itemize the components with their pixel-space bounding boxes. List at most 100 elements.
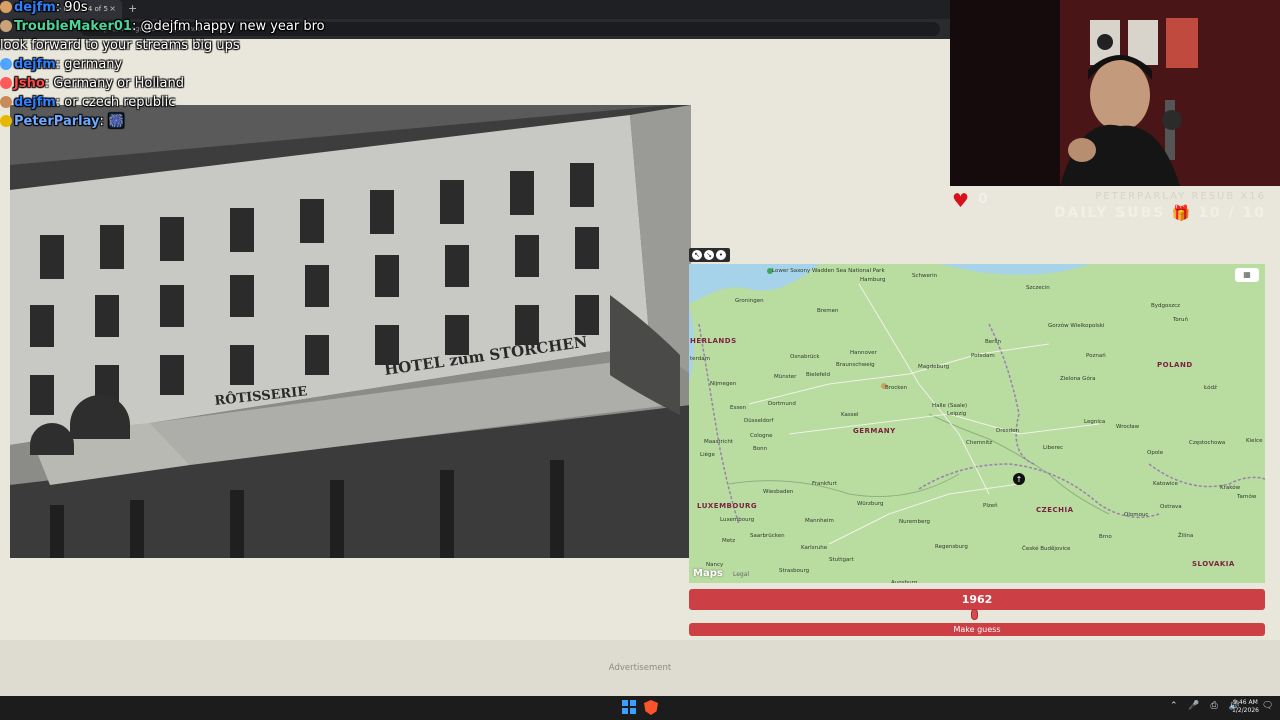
windows-taskbar: [0, 696, 1280, 720]
map-city-label: Dortmund: [768, 401, 796, 407]
guess-marker-symbol: ↑: [1016, 475, 1023, 484]
heart-count: 0: [978, 191, 988, 207]
map-city-label: Tarnów: [1237, 494, 1257, 500]
map-city-label: Łódź: [1204, 385, 1217, 391]
map-city-label: Braunschweig: [836, 362, 875, 368]
chat-avatar: [0, 20, 12, 32]
chat-text: look forward to your streams big ups: [0, 38, 240, 53]
chat-username[interactable]: dejfm: [14, 57, 56, 72]
resub-banner: PETERPARLAY RESUB X16: [1095, 191, 1266, 202]
year-slider-thumb[interactable]: [971, 609, 978, 620]
map-city-label: Kielce: [1246, 438, 1263, 444]
map-city-label: Nuremberg: [899, 519, 931, 525]
map-city-label: Poznań: [1086, 353, 1106, 359]
gift-icon: 🎁: [1171, 204, 1193, 222]
map-city-label: Dresden: [996, 428, 1019, 434]
map-city-label: Luxembourg: [720, 517, 755, 523]
browser-tab-bar: Timeguessr - Round 4 of 5 × +: [0, 0, 950, 19]
map-city-label: Karlsruhe: [801, 545, 828, 551]
map-city-label: Bremen: [817, 308, 839, 314]
new-tab-icon[interactable]: +: [128, 2, 137, 15]
chat-text: : germany: [55, 57, 123, 72]
map-city-label: Opole: [1147, 450, 1164, 456]
map-city-label: Cologne: [750, 433, 773, 439]
chat-username[interactable]: Jsho: [14, 76, 45, 91]
map-city-label: Münster: [774, 374, 797, 380]
map-city-label: Brocken: [885, 385, 908, 391]
map-city-label: Leipzig: [947, 411, 967, 417]
chat-message: dejfm: germany: [0, 57, 122, 72]
guess-map[interactable]: ↑ ▦ GERMANY POLAND CZECHIA SLOVAKIA HERLANDS…: [689, 264, 1265, 583]
pin-map-icon[interactable]: •: [716, 250, 726, 260]
map-city-label: Legnica: [1084, 419, 1106, 425]
map-toolbar: ↖ ↘ •: [689, 248, 730, 262]
map-city-label: Częstochowa: [1189, 440, 1226, 446]
map-city-label: Brno: [1099, 534, 1112, 540]
chat-message: dejfm: 90s: [0, 0, 88, 15]
map-city-label: Halle (Saale): [932, 403, 968, 409]
map-city-label: Augsburg: [891, 580, 918, 583]
chat-text: : @dejfm happy new year bro: [131, 19, 325, 34]
map-city-label: Groningen: [735, 298, 764, 304]
map-city-label: Frankfurt: [812, 481, 837, 487]
map-city-label: Potsdam: [971, 353, 995, 359]
daily-subs-counter: DAILY SUBS 🎁 10 / 10: [1054, 204, 1266, 222]
map-country-label: GERMANY: [853, 427, 896, 435]
map-city-label: Essen: [730, 405, 747, 411]
map-city-label: Katowice: [1153, 481, 1178, 487]
chat-username[interactable]: dejfm: [14, 0, 56, 15]
map-city-label: Plzeň: [983, 503, 998, 509]
chat-username[interactable]: dejfm: [14, 95, 56, 110]
map-country-label: SLOVAKIA: [1192, 560, 1235, 568]
chat-avatar: [0, 115, 12, 127]
map-layers-button[interactable]: ▦: [1235, 268, 1259, 282]
map-city-label: Strasbourg: [779, 568, 810, 574]
map-city-label: Metz: [722, 538, 736, 544]
chat-avatar: [0, 58, 12, 70]
chat-message: dejfm: or czech republic: [0, 95, 175, 110]
chat-message: TroubleMaker01: @dejfm happy new year br…: [0, 19, 325, 34]
round-photo[interactable]: HOTEL zum STORCHEN RÔTISSERIE: [10, 105, 691, 558]
chat-avatar: [0, 77, 12, 89]
windows-start-icon[interactable]: [622, 700, 636, 714]
map-country-label: LUXEMBOURG: [697, 502, 758, 510]
map-city-label: Gorzów Wielkopolski: [1048, 323, 1105, 329]
map-city-label: Bonn: [753, 446, 768, 452]
maps-brand: Maps: [693, 568, 723, 579]
map-city-label: Berlin: [985, 339, 1001, 345]
map-city-label: Nijmegen: [710, 381, 737, 387]
clock-time: 9:46 AM: [1233, 699, 1258, 706]
chat-text: : 🎆: [99, 114, 125, 129]
make-guess-button[interactable]: Make guess: [689, 623, 1265, 636]
map-city-label: Saarbrücken: [750, 533, 785, 539]
daily-subs-label: DAILY SUBS: [1053, 205, 1166, 221]
map-city-label: Wrocław: [1116, 424, 1140, 430]
map-city-label: Olomouc: [1124, 512, 1149, 518]
map-city-label: Hamburg: [860, 277, 886, 283]
webcam-feed: [950, 0, 1280, 186]
chat-text: : 90s: [55, 0, 88, 15]
taskbar-clock[interactable]: 9:46 AM 1/2/2026: [1232, 699, 1259, 715]
shrink-map-icon[interactable]: ↘: [704, 250, 714, 260]
map-city-label: Toruń: [1173, 317, 1189, 323]
map-city-label: Zielona Góra: [1060, 376, 1096, 382]
chat-avatar: [0, 96, 12, 108]
map-city-label: Bielefeld: [806, 372, 830, 378]
map-city-label: Düsseldorf: [744, 418, 774, 424]
map-city-label: Liège: [700, 452, 715, 458]
map-city-label: Lower Saxony Wadden Sea National Park: [772, 268, 885, 274]
map-country-label: POLAND: [1157, 361, 1193, 369]
chat-username[interactable]: PeterParlay: [14, 114, 99, 129]
map-city-label: Kassel: [841, 412, 859, 418]
map-city-label: České Budějovice: [1022, 546, 1071, 552]
map-country-label: CZECHIA: [1036, 506, 1074, 514]
webcam-image: [950, 0, 1280, 186]
chat-username[interactable]: TroubleMaker01: [14, 19, 132, 34]
chat-message: PeterParlay: 🎆: [0, 114, 124, 129]
tab-close-icon[interactable]: ×: [109, 4, 116, 13]
notification-icon[interactable]: 🗨: [1262, 701, 1273, 711]
expand-map-icon[interactable]: ↖: [692, 250, 702, 260]
map-city-label: Regensburg: [935, 544, 968, 550]
map-city-label: Szczecin: [1026, 285, 1050, 291]
map-legal-link[interactable]: Legal: [733, 571, 749, 578]
